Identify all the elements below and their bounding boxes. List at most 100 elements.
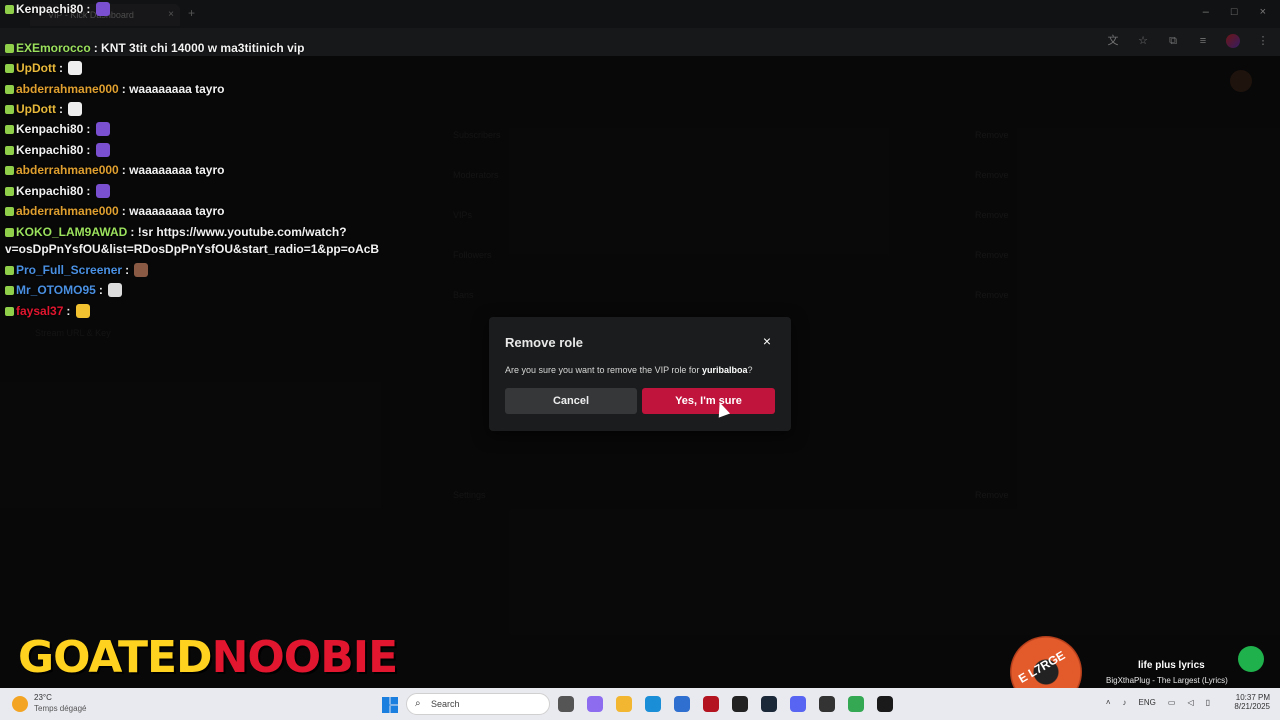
- edge-icon[interactable]: [645, 696, 661, 712]
- taskbar-apps: [558, 696, 893, 712]
- task-view-icon[interactable]: [558, 696, 574, 712]
- taskbar-search[interactable]: ⌕ Search: [406, 693, 550, 715]
- chat-text: !sr https://www.youtube.com/watch?: [137, 225, 347, 239]
- chat-overlay: Kenpachi80: EXEmorocco: KNT 3tit chi 140…: [0, 0, 420, 320]
- chrome-icon[interactable]: [848, 696, 864, 712]
- chat-message: Kenpachi80:: [5, 2, 110, 16]
- chat-badge-icon: [5, 146, 14, 155]
- system-tray: ˄ ♪ ENG ▭ ◁ ▯: [1106, 698, 1210, 707]
- chat-separator: :: [86, 2, 94, 16]
- chat-message: Pro_Full_Screener:: [5, 263, 149, 277]
- chat-badge-icon: [5, 44, 14, 53]
- chat-message: abderrahmane000: waaaaaaaa tayro: [5, 204, 224, 218]
- confirm-remove-button[interactable]: Yes, I'm sure: [642, 388, 775, 414]
- chat-username[interactable]: Kenpachi80: [16, 143, 83, 157]
- weather-description: Temps dégagé: [34, 704, 87, 713]
- app-red-icon[interactable]: [703, 696, 719, 712]
- chat-separator: :: [125, 263, 133, 277]
- search-placeholder: Search: [431, 699, 460, 709]
- battery-icon[interactable]: ▯: [1206, 698, 1210, 707]
- chat-username[interactable]: UpDott: [16, 61, 56, 75]
- chat-message: faysal37:: [5, 304, 90, 318]
- chat-emote-icon: [68, 61, 83, 75]
- close-icon[interactable]: ×: [763, 333, 771, 349]
- chat-username[interactable]: Mr_OTOMO95: [16, 283, 96, 297]
- app-dark-icon[interactable]: [732, 696, 748, 712]
- chat-text: v=osDpPnYsfOU&list=RDosDpPnYsfOU&start_r…: [5, 242, 380, 256]
- chat-message: UpDott:: [5, 61, 83, 75]
- chat-separator: :: [66, 304, 74, 318]
- chat-badge-icon: [5, 105, 14, 114]
- chat-emote-icon: [134, 263, 149, 277]
- chat-username[interactable]: abderrahmane000: [16, 204, 119, 218]
- chat-separator: :: [121, 204, 130, 218]
- cancel-button[interactable]: Cancel: [505, 388, 637, 414]
- chat-message: EXEmorocco: KNT 3tit chi 14000 w ma3titi…: [5, 41, 304, 55]
- chat-emote-icon: [95, 2, 110, 16]
- chat-text: waaaaaaaa tayro: [129, 82, 225, 96]
- chat-username[interactable]: Kenpachi80: [16, 122, 83, 136]
- chat-separator: :: [98, 283, 107, 297]
- tray-chevron-icon[interactable]: ˄: [1106, 698, 1111, 707]
- discord-icon[interactable]: [790, 696, 806, 712]
- chat-message: abderrahmane000: waaaaaaaa tayro: [5, 163, 224, 177]
- dialog-title: Remove role: [505, 335, 584, 350]
- chat-badge-icon: [5, 307, 14, 316]
- steam-icon[interactable]: [761, 696, 777, 712]
- chat-badge-icon: [5, 286, 14, 295]
- streamer-logo: GOATEDNOOBIE: [18, 632, 399, 683]
- chat-separator: :: [130, 225, 138, 239]
- dialog-username: yuribalboa: [701, 365, 748, 375]
- chat-username[interactable]: UpDott: [16, 102, 56, 116]
- chat-badge-icon: [5, 5, 14, 14]
- chat-username[interactable]: KOKO_LAM9AWAD: [16, 225, 127, 239]
- app-black-icon[interactable]: [877, 696, 893, 712]
- weather-sun-icon[interactable]: [12, 696, 28, 712]
- song-title: life plus lyrics: [1138, 660, 1205, 671]
- chat-message: Kenpachi80:: [5, 184, 110, 198]
- dialog-message: Are you sure you want to remove the VIP …: [505, 365, 752, 375]
- chat-emote-icon: [95, 122, 110, 136]
- chat-message: Kenpachi80:: [5, 143, 110, 157]
- chat-emote-icon: [75, 304, 90, 318]
- chat-separator: :: [58, 102, 67, 116]
- microphone-icon[interactable]: ♪: [1123, 698, 1127, 707]
- copilot-icon[interactable]: [587, 696, 603, 712]
- chat-text: waaaaaaaa tayro: [129, 163, 225, 177]
- chat-message: abderrahmane000: waaaaaaaa tayro: [5, 82, 224, 96]
- chat-text: KNT 3tit chi 14000 w ma3titinich vip: [101, 41, 305, 55]
- chat-badge-icon: [5, 207, 14, 216]
- weather-temp: 23°C: [34, 693, 52, 702]
- chat-username[interactable]: Pro_Full_Screener: [16, 263, 122, 277]
- volume-icon[interactable]: ◁: [1187, 698, 1193, 707]
- chat-message: Kenpachi80:: [5, 122, 110, 136]
- chat-username[interactable]: abderrahmane000: [16, 163, 119, 177]
- chat-bubble-icon: [1238, 646, 1264, 672]
- taskbar-clock[interactable]: 10:37 PM 8/21/2025: [1234, 693, 1270, 711]
- chat-username[interactable]: Kenpachi80: [16, 184, 83, 198]
- network-icon[interactable]: ▭: [1168, 698, 1176, 707]
- obs-icon[interactable]: [819, 696, 835, 712]
- store-icon[interactable]: [674, 696, 690, 712]
- dialog-message-suffix: ?: [747, 365, 753, 375]
- now-playing-widget: E L7RGE life plus lyrics BigXthaPlug - T…: [1010, 636, 1265, 708]
- chat-username[interactable]: Kenpachi80: [16, 2, 83, 16]
- chat-separator: :: [121, 82, 130, 96]
- chat-username[interactable]: EXEmorocco: [16, 41, 91, 55]
- chat-message: Mr_OTOMO95:: [5, 283, 123, 297]
- chat-username[interactable]: faysal37: [16, 304, 63, 318]
- clock-time: 10:37 PM: [1235, 693, 1270, 702]
- windows-taskbar: 23°C Temps dégagé ⌕ Search ˄ ♪ ENG ▭ ◁ ▯…: [0, 688, 1280, 720]
- logo-part-noobie: NOOBIE: [211, 632, 399, 683]
- chat-username[interactable]: abderrahmane000: [16, 82, 119, 96]
- chat-separator: :: [86, 122, 94, 136]
- chat-emote-icon: [95, 184, 110, 198]
- chat-badge-icon: [5, 228, 14, 237]
- windows-start-icon[interactable]: [382, 697, 398, 713]
- language-indicator[interactable]: ENG: [1139, 698, 1156, 707]
- clock-date: 8/21/2025: [1234, 702, 1270, 711]
- file-explorer-icon[interactable]: [616, 696, 632, 712]
- logo-part-goated: GOATED: [18, 632, 213, 683]
- chat-separator: :: [86, 143, 94, 157]
- chat-message: KOKO_LAM9AWAD: !sr https://www.youtube.c…: [5, 225, 347, 239]
